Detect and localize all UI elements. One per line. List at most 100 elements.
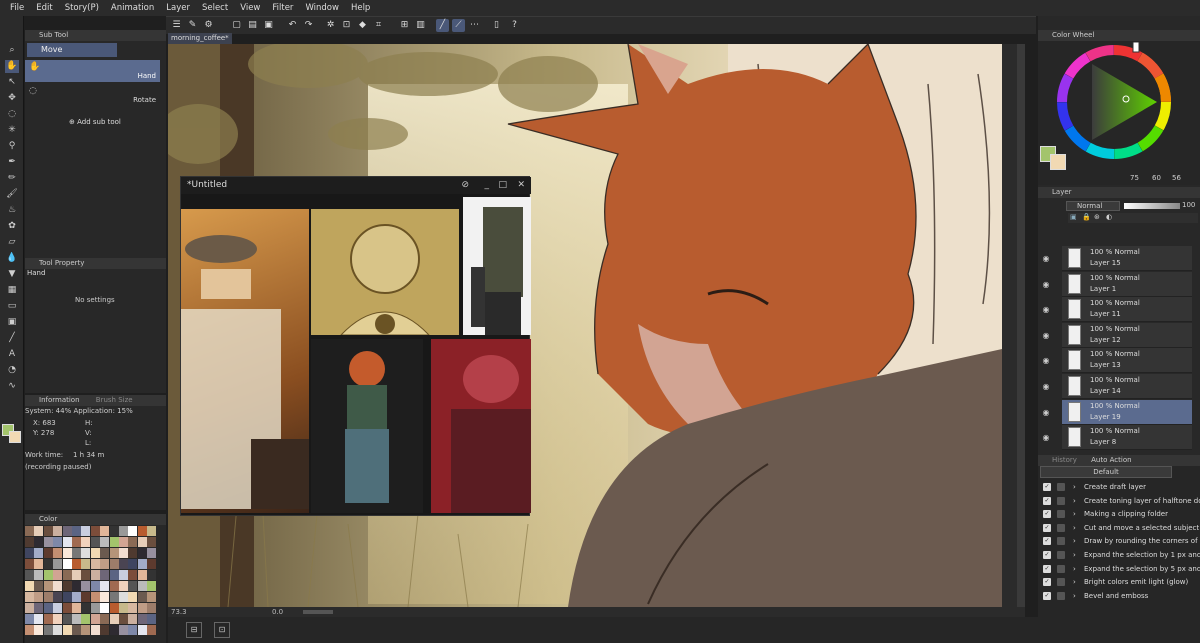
color-swatch[interactable]	[43, 548, 53, 558]
dialog-toggle[interactable]	[1057, 483, 1065, 491]
color-swatch[interactable]	[81, 592, 91, 602]
color-swatch[interactable]	[53, 625, 63, 635]
redo-icon[interactable]: ↷	[302, 19, 315, 32]
layer-row[interactable]: 100 % Normal Layer 12	[1062, 322, 1192, 348]
color-swatch[interactable]	[81, 625, 91, 635]
color-swatch[interactable]	[128, 537, 138, 547]
color-swatch[interactable]	[90, 625, 100, 635]
save-icon[interactable]: ▣	[262, 19, 275, 32]
decoration-icon[interactable]: ✿	[5, 220, 19, 233]
layer-row[interactable]: 100 % Normal Layer 14	[1062, 374, 1192, 399]
color-swatch[interactable]	[72, 625, 81, 635]
reference-window[interactable]: *Untitled ⊘ _ □ ✕	[180, 176, 531, 516]
menu-view[interactable]: View	[234, 0, 266, 16]
color-swatch[interactable]	[25, 570, 34, 580]
layer-row[interactable]: 100 % Normal Layer 1	[1062, 271, 1192, 297]
eyedropper-icon[interactable]: ⚲	[5, 140, 19, 153]
transform-icon[interactable]: ⊡	[340, 19, 353, 32]
dialog-toggle[interactable]	[1057, 564, 1065, 573]
color-swatch[interactable]	[90, 603, 100, 613]
color-swatch[interactable]	[25, 548, 34, 558]
settings-icon[interactable]: ⚙	[202, 19, 215, 32]
check-icon[interactable]: ✓	[1043, 537, 1051, 546]
menu-edit[interactable]: Edit	[30, 0, 58, 16]
color-swatch[interactable]	[137, 614, 147, 624]
dialog-toggle[interactable]	[1057, 510, 1065, 519]
color-swatch[interactable]	[147, 603, 157, 613]
canvas-toggle-icon[interactable]: ⊡	[214, 622, 230, 638]
color-swatch[interactable]	[119, 559, 128, 569]
crop-icon[interactable]: ⌗	[372, 19, 385, 32]
text-icon[interactable]: A	[5, 348, 19, 361]
color-swatch[interactable]	[128, 559, 138, 569]
color-swatch[interactable]	[128, 592, 138, 602]
color-swatch[interactable]	[34, 592, 44, 602]
menu-icon[interactable]: ☰	[170, 19, 183, 32]
expand-chevron-icon[interactable]: ›	[1073, 481, 1076, 494]
color-swatch[interactable]	[62, 581, 72, 591]
color-swatch[interactable]	[81, 570, 91, 580]
menu-animation[interactable]: Animation	[105, 0, 160, 16]
menu-layer[interactable]: Layer	[160, 0, 196, 16]
auto-action-item[interactable]: ✓ › Bevel and emboss	[1040, 590, 1200, 603]
hand-icon[interactable]: ✋	[5, 60, 19, 73]
color-swatch[interactable]	[90, 548, 100, 558]
color-swatch[interactable]	[72, 570, 81, 580]
color-swatch[interactable]	[147, 570, 157, 580]
reference-layer-icon[interactable]: ⊛	[1094, 213, 1100, 221]
color-swatch[interactable]	[100, 581, 110, 591]
color-swatch[interactable]	[147, 625, 157, 635]
color-swatch[interactable]	[128, 581, 138, 591]
pen-icon[interactable]: ✒	[5, 156, 19, 169]
opacity-slider[interactable]	[1124, 203, 1180, 209]
color-swatch[interactable]	[72, 526, 81, 536]
lasso-icon[interactable]: ◌	[5, 108, 19, 121]
color-swatch[interactable]	[119, 526, 128, 536]
color-swatch[interactable]	[53, 614, 63, 624]
brush-tool-icon[interactable]: 🖌	[5, 188, 19, 201]
expand-chevron-icon[interactable]: ›	[1073, 549, 1076, 562]
color-swatch[interactable]	[34, 614, 44, 624]
color-swatch[interactable]	[72, 559, 81, 569]
dialog-toggle[interactable]	[1057, 578, 1065, 587]
dialog-toggle[interactable]	[1057, 537, 1065, 546]
subtool-tab[interactable]: Sub Tool	[25, 30, 166, 41]
menu-file[interactable]: File	[4, 0, 30, 16]
magic-wand-icon[interactable]: ✳	[5, 124, 19, 137]
check-icon[interactable]: ✓	[1043, 510, 1051, 519]
rotation-value[interactable]: 0.0	[272, 608, 283, 616]
color-swatch[interactable]	[100, 526, 110, 536]
color-swatch[interactable]	[90, 614, 100, 624]
dialog-toggle[interactable]	[1057, 496, 1065, 505]
color-swatch[interactable]	[128, 603, 138, 613]
color-swatch[interactable]	[81, 603, 91, 613]
color-swatch[interactable]	[100, 625, 110, 635]
check-icon[interactable]: ✓	[1043, 578, 1051, 587]
color-swatch[interactable]	[137, 548, 147, 558]
close-icon[interactable]: ✕	[517, 177, 525, 194]
color-swatch[interactable]	[62, 548, 72, 558]
layer-row[interactable]: 100 % Normal Layer 8	[1062, 425, 1192, 451]
color-swatch[interactable]	[62, 614, 72, 624]
color-swatch[interactable]	[62, 625, 72, 635]
color-swatch[interactable]	[109, 614, 119, 624]
check-icon[interactable]: ✓	[1043, 496, 1051, 505]
undo-icon[interactable]: ↶	[286, 19, 299, 32]
color-swatch[interactable]	[119, 548, 128, 558]
auto-action-item[interactable]: ✓ › Bright colors emit light (glow)	[1040, 576, 1200, 589]
color-swatch[interactable]	[147, 548, 157, 558]
color-swatch[interactable]	[43, 603, 53, 613]
gradient-icon[interactable]: ▦	[5, 284, 19, 297]
color-swatch[interactable]	[128, 570, 138, 580]
color-swatch[interactable]	[81, 526, 91, 536]
color-swatch[interactable]	[100, 603, 110, 613]
clip-icon[interactable]: ▣	[1070, 213, 1077, 221]
frame-border-icon[interactable]: ▣	[5, 316, 19, 329]
color-swatch[interactable]	[100, 548, 110, 558]
color-swatch[interactable]	[43, 570, 53, 580]
color-swatch[interactable]	[53, 559, 63, 569]
color-swatch[interactable]	[62, 559, 72, 569]
color-swatch[interactable]	[43, 537, 53, 547]
color-swatch[interactable]	[62, 570, 72, 580]
correct-line-icon[interactable]: ∿	[5, 380, 19, 393]
